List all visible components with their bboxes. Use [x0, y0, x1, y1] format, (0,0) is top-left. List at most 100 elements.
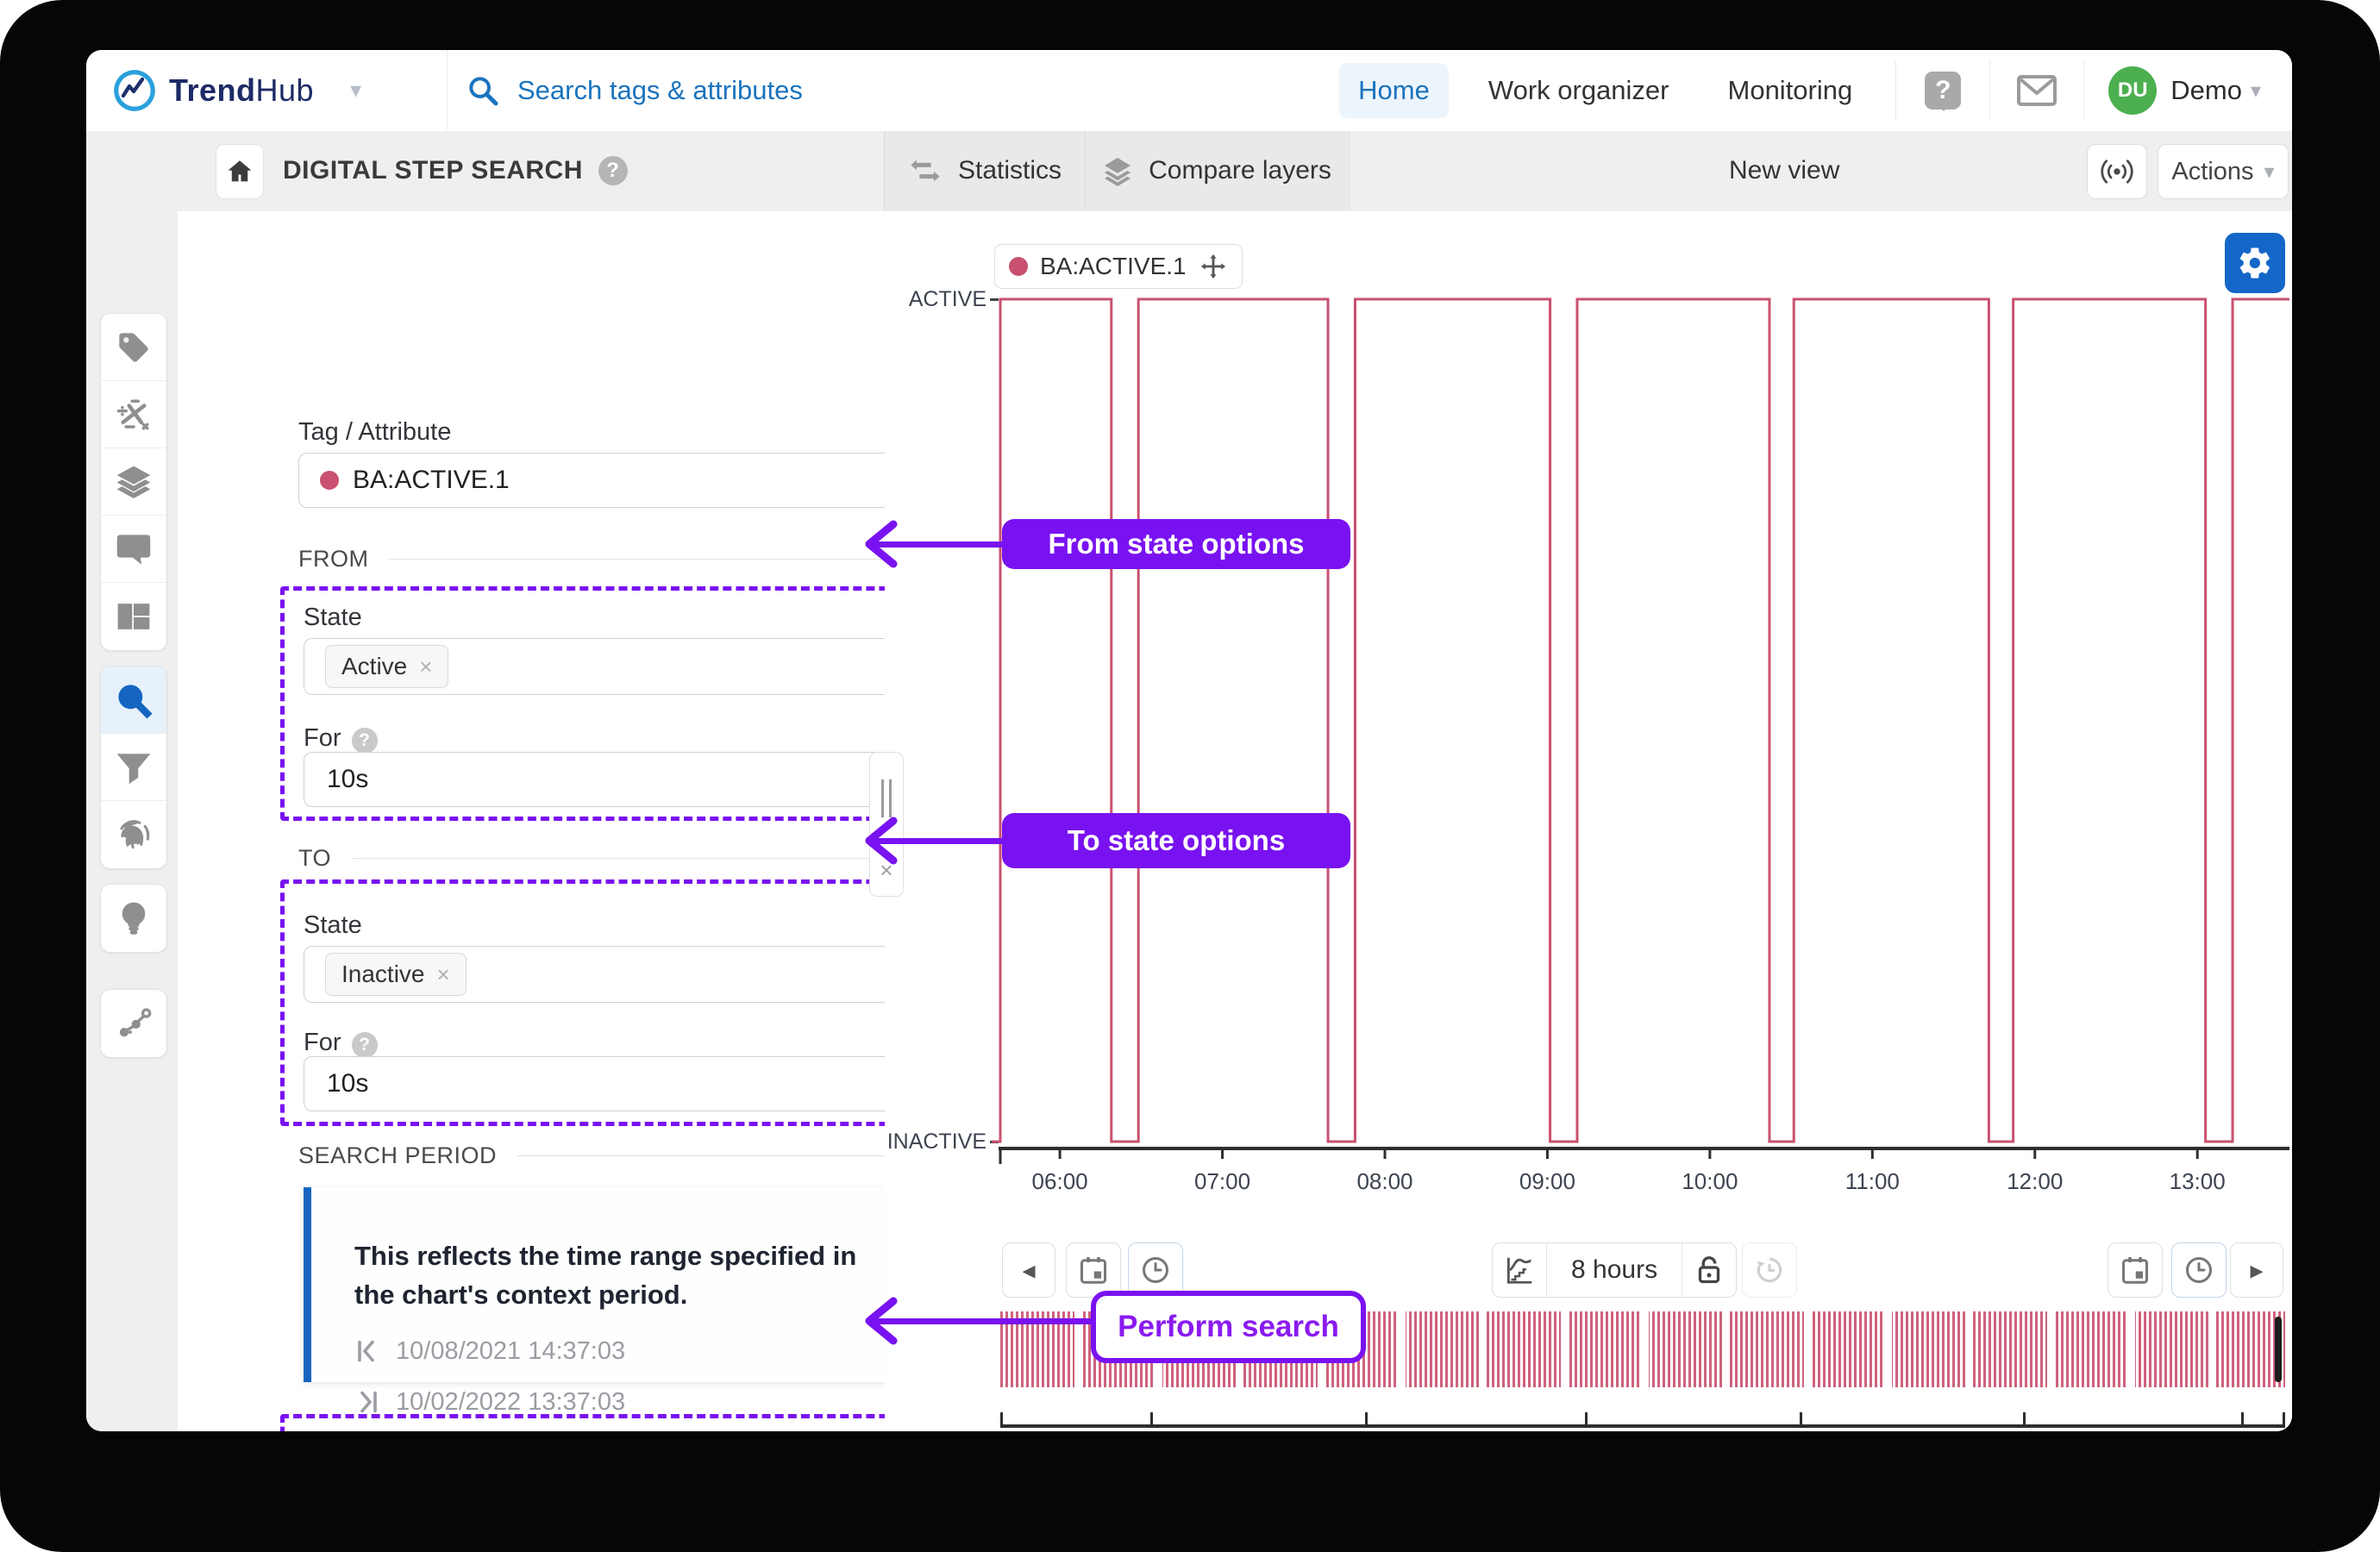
y-axis-label-active: ACTIVE [908, 287, 986, 311]
swap-arrows-icon [911, 160, 940, 182]
home-button[interactable] [216, 144, 264, 199]
overview-month-tick [1799, 1412, 1802, 1426]
to-state-select[interactable]: Inactive× ▾ [304, 946, 921, 1003]
page-title: DIGITAL STEP SEARCH [283, 156, 583, 185]
x-axis-tick-label: 06:00 [1031, 1168, 1088, 1194]
gear-icon [2239, 247, 2270, 278]
sidebar-context-button[interactable] [101, 990, 166, 1057]
x-axis-tick-label: 11:00 [1845, 1168, 1900, 1194]
chevron-down-icon[interactable]: ▾ [2251, 78, 2261, 103]
sidebar-bulb-button[interactable] [101, 885, 166, 952]
help-icon[interactable]: ? [351, 1032, 378, 1058]
search-period-note: This reflects the time range specified i… [354, 1241, 857, 1310]
remove-chip-icon[interactable]: × [437, 961, 450, 988]
help-icon[interactable]: ? [598, 156, 628, 185]
chevron-down-icon[interactable]: ▾ [350, 78, 361, 103]
x-axis-tick-label: 09:00 [1519, 1168, 1575, 1194]
help-icon[interactable]: ? [351, 728, 378, 754]
duration-display[interactable]: 8 hours [1547, 1243, 1683, 1297]
bulb-icon [122, 902, 146, 935]
sidebar-formula-button[interactable] [101, 381, 166, 448]
pan-left-button[interactable]: ◂ [1002, 1242, 1055, 1298]
actions-label: Actions [2171, 157, 2254, 185]
global-search[interactable]: Search tags & attributes [466, 50, 803, 131]
comment-icon [116, 534, 151, 565]
broadcast-icon [2101, 160, 2133, 184]
sidebar-fingerprint-button[interactable] [101, 801, 166, 868]
app-logo[interactable]: TrendHub ▾ [112, 50, 361, 131]
legend-chip[interactable]: BA:ACTIVE.1 [994, 244, 1243, 289]
tag-icon [119, 332, 148, 362]
context-icon [119, 1008, 152, 1037]
search-icon [469, 77, 498, 106]
sidebar-filter-button[interactable] [101, 734, 166, 801]
clock-icon [1143, 1257, 1168, 1283]
sidebar-comment-button[interactable] [101, 516, 166, 583]
sidebar-search-button[interactable] [101, 666, 166, 734]
messages-button[interactable] [2014, 68, 2059, 113]
duration-control: 8 hours [1492, 1242, 1738, 1298]
start-time-button[interactable] [1128, 1242, 1183, 1298]
sidebar-tag-button[interactable] [101, 314, 166, 381]
band-right-handle[interactable] [2275, 1317, 2282, 1382]
overview-month-tick [2241, 1412, 2245, 1426]
arrow-left-icon [865, 1297, 898, 1345]
help-button[interactable]: ? [1920, 68, 1965, 113]
chart-settings-button[interactable] [2225, 233, 2285, 293]
x-axis-tick-label: 10:00 [1682, 1168, 1738, 1194]
tab-compare-layers[interactable]: Compare layers [1086, 131, 1348, 210]
mail-icon [2017, 75, 2057, 106]
step-trend-icon [1506, 1257, 1532, 1284]
search-icon [118, 684, 153, 719]
move-icon[interactable] [1199, 252, 1228, 281]
view-name[interactable]: New view [1729, 131, 1839, 210]
from-state-select[interactable]: Active× ▾ [304, 638, 921, 695]
rail-group [100, 666, 167, 869]
top-bar: TrendHub ▾ Search tags & attributes Home… [86, 50, 2292, 132]
period-end-row: 10/02/2022 13:37:03 [354, 1388, 949, 1417]
chart-type-button[interactable] [1493, 1243, 1547, 1297]
to-for-label: For? [304, 1029, 378, 1058]
period-end-icon [360, 1392, 377, 1413]
sidebar-layers-button[interactable] [101, 448, 166, 516]
nav-item-monitoring[interactable]: Monitoring [1709, 63, 1872, 118]
x-axis-tick-label: 07:00 [1193, 1168, 1251, 1194]
pan-right-button[interactable]: ▸ [2230, 1242, 2283, 1298]
digital-step-chart[interactable] [983, 291, 2292, 1248]
live-mode-button[interactable] [2087, 144, 2147, 199]
divider [447, 50, 448, 130]
overview-month-tick [2023, 1412, 2026, 1426]
actions-button[interactable]: Actions ▾ [2158, 144, 2289, 199]
search-input[interactable]: Search tags & attributes [517, 75, 803, 106]
from-for-input[interactable]: 10s [304, 752, 921, 807]
tab-statistics[interactable]: Statistics [885, 131, 1085, 210]
overview-axis-end-tick [1000, 1412, 1003, 1426]
tag-attribute-select[interactable]: BA:ACTIVE.1 ▾ [298, 453, 943, 508]
state-chip[interactable]: Inactive × [325, 953, 467, 996]
from-for-label: For? [304, 724, 378, 754]
period-end-value: 10/02/2022 13:37:03 [396, 1387, 626, 1416]
end-calendar-button[interactable] [2108, 1242, 2163, 1298]
end-time-button[interactable] [2171, 1242, 2227, 1298]
overview-axis-end-tick [2283, 1412, 2285, 1426]
legend-label: BA:ACTIVE.1 [1040, 253, 1187, 279]
arrow-left-icon [865, 520, 898, 568]
series-color-dot [1009, 257, 1028, 276]
overview-month-tick [1365, 1412, 1368, 1426]
nav-item-work-organizer[interactable]: Work organizer [1469, 63, 1688, 118]
trendhub-logo-icon [114, 70, 155, 111]
to-state-label: State [304, 911, 362, 939]
lock-duration-button[interactable] [1682, 1243, 1736, 1297]
start-calendar-button[interactable] [1066, 1242, 1121, 1298]
sidebar-dashboard-button[interactable] [101, 583, 166, 650]
to-for-input[interactable]: 10s [304, 1056, 921, 1111]
divider [1989, 60, 1991, 121]
to-state-callout: To state options [1002, 813, 1350, 868]
avatar[interactable]: DU [2108, 66, 2158, 115]
app-window: TrendHub ▾ Search tags & attributes Home… [86, 50, 2292, 1431]
remove-chip-icon[interactable]: × [419, 654, 432, 680]
tag-attribute-value: BA:ACTIVE.1 [353, 466, 510, 494]
divider [1895, 60, 1897, 121]
state-chip[interactable]: Active × [325, 645, 449, 688]
nav-item-home[interactable]: Home [1339, 63, 1449, 118]
